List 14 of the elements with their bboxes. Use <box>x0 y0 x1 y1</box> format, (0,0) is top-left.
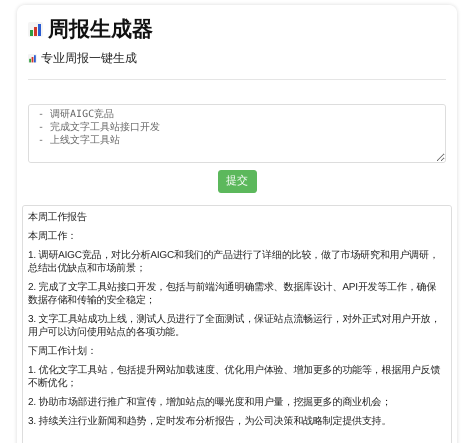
page-title: 周报生成器 <box>48 18 153 40</box>
report-paragraph: 3. 文字工具站成功上线，测试人员进行了全面测试，保证站点流畅运行，对外正式对用户开放，用户可以访问使用站点的各项功能。 <box>28 313 442 339</box>
bar-chart-icon <box>28 54 37 62</box>
report-paragraph: 本周工作报告 <box>28 211 88 224</box>
report-paragraph: 下周工作计划： <box>28 345 98 358</box>
report-paragraph: 本周工作： <box>28 230 78 243</box>
input-field[interactable]: - 调研AIGC竞品 - 完成文字工具站接口开发 - 上线文字工具站 <box>28 104 446 163</box>
subtitle: 专业周报一键生成 <box>41 50 137 67</box>
bar-chart-icon <box>28 22 43 36</box>
report-paragraph: 3. 持续关注行业新闻和趋势，定时发布分析报告，为公司决策和战略制定提供支持。 <box>28 415 392 428</box>
report-paragraph: 1. 优化文字工具站，包括提升网站加载速度、优化用户体验、增加更多的功能等，根据用户反馈不断优化； <box>28 364 442 390</box>
report-paragraph: 1. 调研AIGC竞品，对比分析AIGC和我们的产品进行了详细的比较，做了市场研究和用户调研，总结出优缺点和市场前景； <box>28 249 440 275</box>
report-paragraph: 2. 协助市场部进行推广和宣传，增加站点的曝光度和用户量，挖掘更多的商业机会； <box>28 396 392 409</box>
report-paragraph: 2. 完成了文字工具站接口开发，包括与前端沟通明确需求、数据库设计、API开发等工作，确保数据存储和传输的安全稳定； <box>28 281 438 307</box>
